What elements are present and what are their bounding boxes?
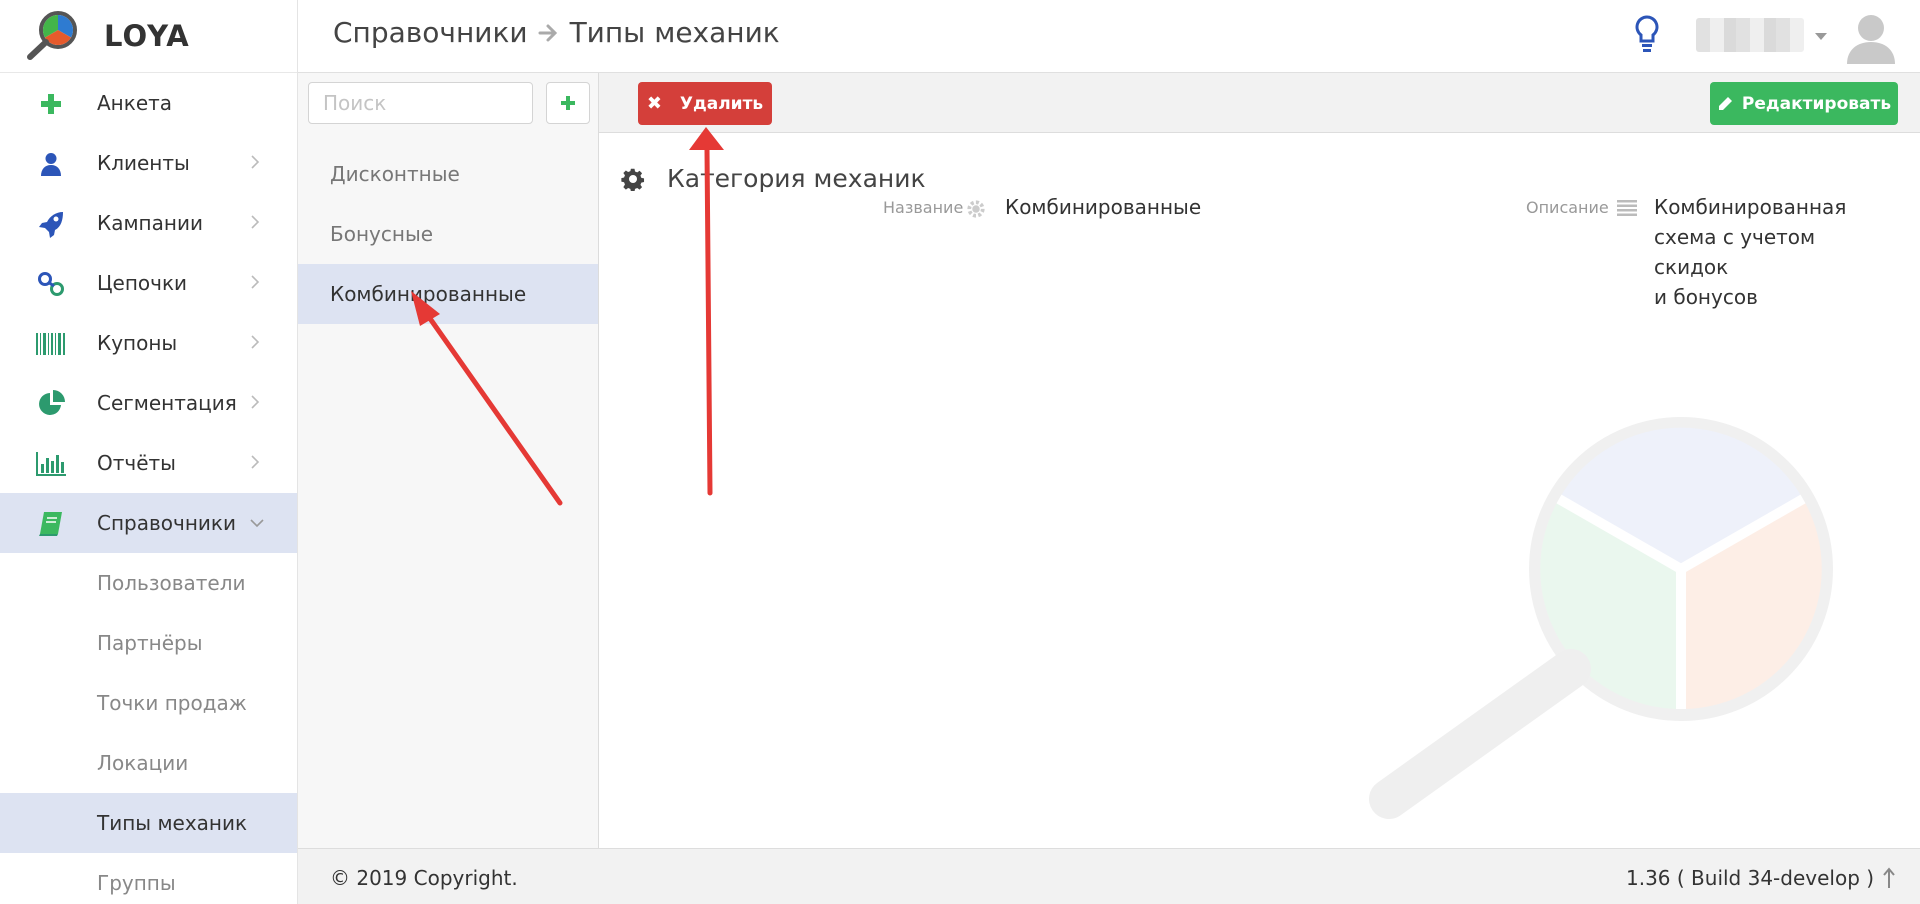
sidebar-item-label: Сегментация <box>97 391 237 415</box>
sidebar-item-reports[interactable]: Отчёты <box>0 433 297 493</box>
sidebar-item-clients[interactable]: Клиенты <box>0 133 297 193</box>
list-item[interactable]: Дисконтные <box>298 144 598 204</box>
delete-button[interactable]: ✖ Удалить <box>638 82 772 125</box>
pencil-icon <box>1718 96 1732 110</box>
footer: © 2019 Copyright. 1.36 ( Build 34-develo… <box>298 848 1920 904</box>
gear-icon <box>621 168 645 191</box>
app-name: LOYA <box>104 19 190 53</box>
arrow-right-icon <box>538 23 560 43</box>
link-icon <box>36 271 66 297</box>
barcode-icon <box>36 331 66 357</box>
description-line: и бонусов <box>1654 285 1758 309</box>
section-title: Категория механик <box>621 164 926 193</box>
book-icon <box>36 511 66 537</box>
description-label: Описание <box>1526 198 1609 217</box>
watermark-logo <box>1369 417 1833 819</box>
sidebar: LOYA Анкета Клиенты Кампании Цепочки Куп… <box>0 0 298 904</box>
sidebar-subitem-mechanic-types[interactable]: Типы механик <box>0 793 297 853</box>
sidebar-subitem-label: Пользователи <box>97 571 246 595</box>
user-icon <box>36 151 66 177</box>
lines-icon <box>1617 200 1637 216</box>
sidebar-item-label: Клиенты <box>97 151 190 175</box>
plus-icon <box>36 91 66 117</box>
chevron-right-icon <box>251 455 260 469</box>
section-title-text: Категория механик <box>667 164 926 193</box>
mechanic-type-list: Дисконтные Бонусные Комбинированные <box>298 144 598 324</box>
edit-label: Редактировать <box>1741 93 1892 114</box>
pie-chart-icon <box>36 390 66 417</box>
name-value: Комбинированные <box>1005 195 1202 219</box>
edit-button[interactable]: Редактировать <box>1710 82 1898 125</box>
list-item[interactable]: Комбинированные <box>298 264 598 324</box>
sidebar-subitem-label: Типы механик <box>97 811 248 835</box>
sidebar-subitem-locations[interactable]: Локации <box>0 733 297 793</box>
chevron-right-icon <box>251 155 260 169</box>
caret-down-icon[interactable] <box>1815 33 1827 40</box>
logo-icon <box>27 11 77 60</box>
toolbar: ✖ Удалить Редактировать <box>599 73 1920 133</box>
sidebar-subitem-points-of-sale[interactable]: Точки продаж <box>0 673 297 733</box>
close-icon: ✖ <box>646 93 662 114</box>
sidebar-item-label: Отчёты <box>97 451 176 475</box>
sidebar-nav: Анкета Клиенты Кампании Цепочки Купоны С… <box>0 73 297 904</box>
chevron-down-icon <box>250 519 264 528</box>
chevron-right-icon <box>251 215 260 229</box>
name-label: Название <box>883 198 963 217</box>
detail-panel: Категория механик Название Комбинированн… <box>599 134 1920 848</box>
arrow-up-icon[interactable] <box>1882 867 1896 889</box>
sidebar-item-label: Справочники <box>97 511 236 535</box>
sidebar-subitem-partners[interactable]: Партнёры <box>0 613 297 673</box>
description-label-text: Описание <box>1526 198 1609 217</box>
gear-icon <box>967 200 985 218</box>
copyright: © 2019 Copyright. <box>330 866 518 890</box>
rocket-icon <box>36 211 66 238</box>
list-item[interactable]: Бонусные <box>298 204 598 264</box>
description-line: схема с учетом скидок <box>1654 225 1816 279</box>
sidebar-item-label: Анкета <box>97 91 173 115</box>
sidebar-item-coupons[interactable]: Купоны <box>0 313 297 373</box>
sidebar-item-label: Купоны <box>97 331 178 355</box>
breadcrumb-parent[interactable]: Справочники <box>333 16 528 49</box>
chevron-right-icon <box>251 275 260 289</box>
search-input[interactable] <box>308 82 533 124</box>
page-title: Типы механик <box>569 16 780 49</box>
chevron-right-icon <box>251 335 260 349</box>
logo[interactable]: LOYA <box>0 0 297 73</box>
sidebar-item-segmentation[interactable]: Сегментация <box>0 373 297 433</box>
sidebar-subitem-groups[interactable]: Группы <box>0 853 297 904</box>
avatar[interactable] <box>1843 8 1899 68</box>
sidebar-item-campaigns[interactable]: Кампании <box>0 193 297 253</box>
sidebar-subitem-label: Точки продаж <box>97 691 247 715</box>
description-value: Комбинированная схема с учетом скидок и … <box>1654 192 1894 312</box>
sidebar-item-label: Кампании <box>97 211 203 235</box>
delete-label: Удалить <box>679 93 764 114</box>
description-line: Комбинированная <box>1654 195 1847 219</box>
plus-icon <box>561 96 575 110</box>
add-button[interactable] <box>546 82 590 124</box>
chevron-right-icon <box>251 395 260 409</box>
name-label-text: Название <box>883 198 964 217</box>
sidebar-item-chains[interactable]: Цепочки <box>0 253 297 313</box>
sidebar-subitem-label: Локации <box>97 751 189 775</box>
top-header: Справочники Типы механик <box>298 0 1920 73</box>
bar-chart-icon <box>36 451 66 477</box>
lightbulb-icon[interactable] <box>1633 14 1661 58</box>
list-panel: Дисконтные Бонусные Комбинированные <box>298 73 599 848</box>
user-menu[interactable] <box>1696 18 1804 52</box>
sidebar-subitem-label: Группы <box>97 871 176 895</box>
sidebar-item-label: Цепочки <box>97 271 188 295</box>
sidebar-item-directories[interactable]: Справочники <box>0 493 297 553</box>
sidebar-subitem-users[interactable]: Пользователи <box>0 553 297 613</box>
sidebar-subitem-label: Партнёры <box>97 631 203 655</box>
breadcrumb: Справочники Типы механик <box>333 16 780 49</box>
sidebar-item-questionnaire[interactable]: Анкета <box>0 73 297 133</box>
version-info: 1.36 ( Build 34-develop ) <box>1626 866 1875 890</box>
